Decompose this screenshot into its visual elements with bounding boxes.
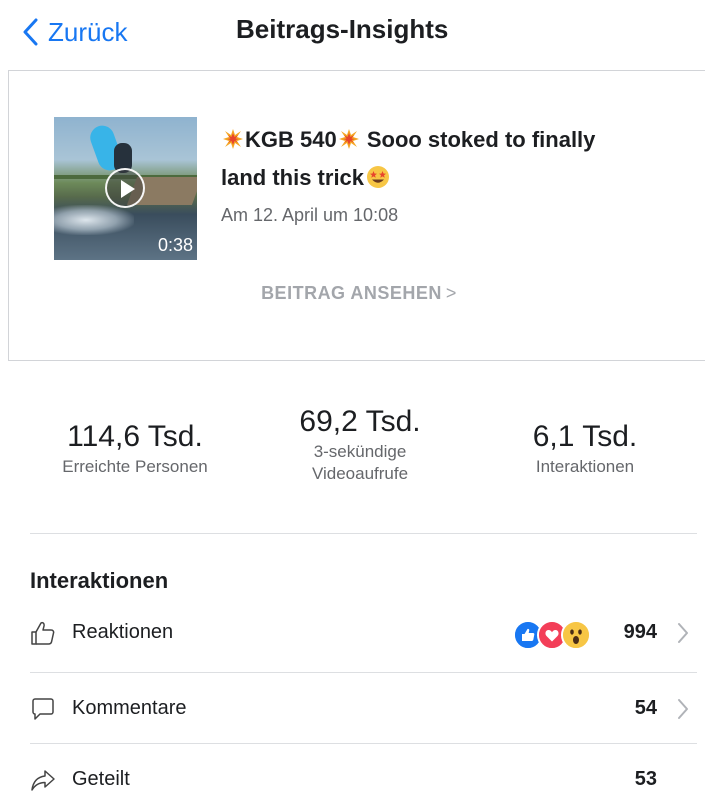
share-icon xyxy=(31,770,55,791)
stat-label: 3-sekündige Videoaufrufe xyxy=(260,441,460,485)
thumbs-up-icon xyxy=(31,621,55,645)
post-title-text-1: Sooo stoked to finally xyxy=(360,127,596,152)
post-title-tag: KGB 540 xyxy=(245,127,337,152)
video-duration: 0:38 xyxy=(157,235,193,255)
row-value: 53 xyxy=(634,768,657,790)
thumbnail-splash xyxy=(54,205,134,235)
chevron-right-icon xyxy=(678,699,688,719)
back-button[interactable]: Zurück xyxy=(22,12,127,52)
row-label: Kommentare xyxy=(72,697,187,719)
play-icon[interactable] xyxy=(105,168,145,208)
divider xyxy=(30,743,697,744)
stat-label: Interaktionen xyxy=(535,457,635,476)
stat-reached-people: 114,6 Tsd. Erreichte Personen xyxy=(30,420,240,478)
chevron-right-icon xyxy=(678,623,688,643)
post-title: KGB 540 Sooo stoked to finally land this… xyxy=(221,121,701,197)
interaction-row-comments[interactable]: Kommentare 54 xyxy=(30,688,697,732)
navigation-bar: Zurück Beitrags-Insights xyxy=(0,0,705,66)
page-title: Beitrags-Insights xyxy=(236,14,449,44)
interaction-row-reactions[interactable]: Reaktionen 994 xyxy=(30,612,697,656)
back-label: Zurück xyxy=(48,16,128,47)
divider xyxy=(30,533,697,534)
collision-emoji-icon xyxy=(223,129,243,149)
row-value: 54 xyxy=(634,697,657,719)
row-value: 994 xyxy=(623,621,657,643)
interaction-row-shares[interactable]: Geteilt 53 xyxy=(30,759,697,803)
section-title-interactions: Interaktionen xyxy=(30,568,169,593)
stat-label-line-1: 3-sekündige xyxy=(313,442,407,461)
wow-reaction-icon xyxy=(561,620,591,650)
video-thumbnail[interactable]: 0:38 xyxy=(54,117,197,260)
comment-icon xyxy=(32,698,54,720)
post-title-text-2: land this trick xyxy=(221,165,365,190)
chevron-left-icon xyxy=(23,18,38,46)
stat-value: 6,1 Tsd. xyxy=(532,420,638,453)
collision-emoji-icon xyxy=(338,129,359,149)
stat-value: 114,6 Tsd. xyxy=(67,420,203,453)
view-post-label: BEITRAG ANSEHEN xyxy=(261,283,442,303)
row-label: Reaktionen xyxy=(72,621,174,643)
stat-label: Erreichte Personen xyxy=(62,457,208,476)
divider xyxy=(30,672,697,673)
stat-value: 69,2 Tsd. xyxy=(299,405,421,438)
chevron-right-icon: > xyxy=(445,283,457,303)
row-label: Geteilt xyxy=(72,768,130,790)
stat-interactions: 6,1 Tsd. Interaktionen xyxy=(505,420,665,478)
stat-video-views: 69,2 Tsd. 3-sekündige Videoaufrufe xyxy=(260,405,460,485)
post-card: 0:38 KGB 540 Sooo stoked to finally land… xyxy=(8,70,705,361)
stat-label-line-2: Videoaufrufe xyxy=(311,464,409,483)
post-date: Am 12. April um 10:08 xyxy=(221,205,399,225)
star-struck-emoji-icon xyxy=(367,166,390,188)
view-post-link[interactable]: BEITRAG ANSEHEN > xyxy=(9,283,705,304)
reaction-icons xyxy=(513,620,591,650)
